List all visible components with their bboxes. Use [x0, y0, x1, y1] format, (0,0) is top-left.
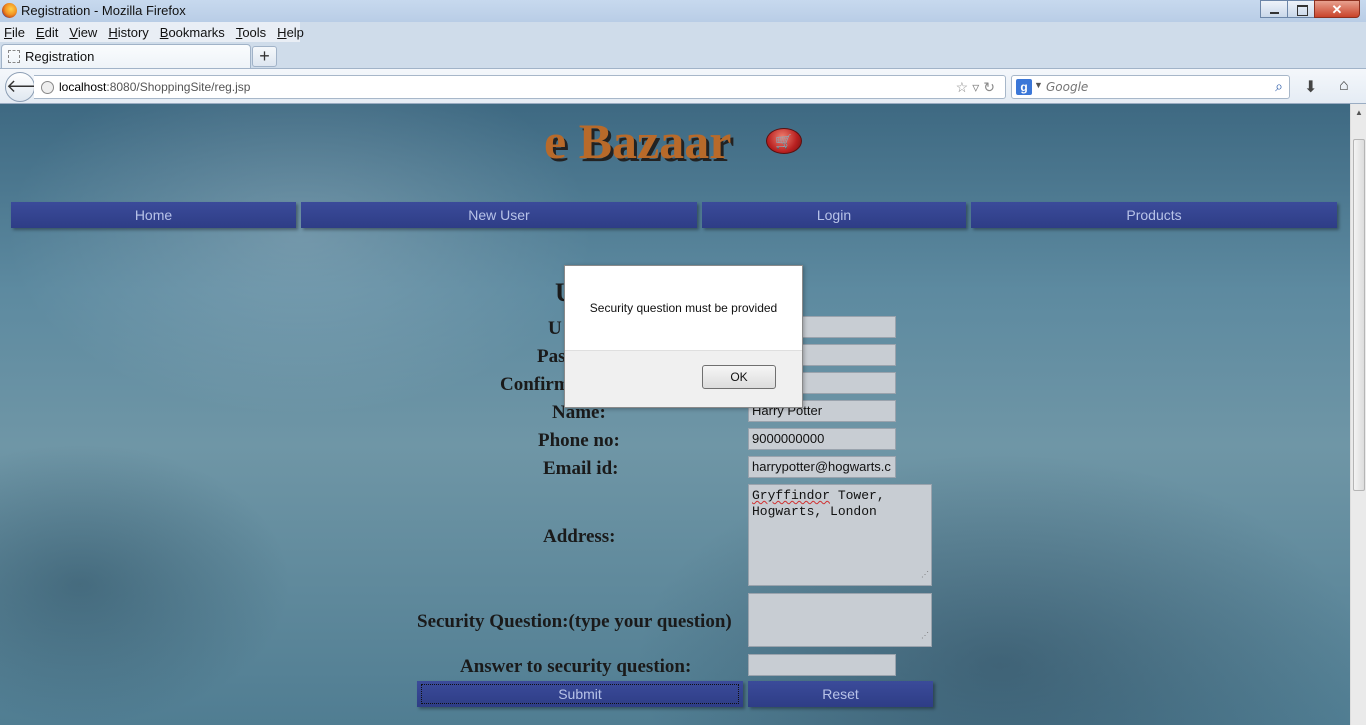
label-security-question: Security Question:(type your question) [417, 611, 732, 632]
tab-label: Registration [25, 49, 95, 64]
label-confirm-password: Confirm [500, 374, 570, 395]
scrollbar-thumb[interactable] [1353, 139, 1365, 491]
resize-grip-icon[interactable]: ⋰ [921, 568, 929, 584]
label-security-answer: Answer to security question: [460, 656, 692, 677]
vertical-scrollbar[interactable]: ▲ [1350, 104, 1366, 725]
phone-field[interactable]: 9000000000 [748, 428, 896, 450]
history-dropdown-icon[interactable]: ▿ [972, 79, 983, 95]
window-controls: ✕ [1260, 0, 1360, 18]
close-icon: ✕ [1331, 2, 1343, 17]
nav-login[interactable]: Login [702, 202, 966, 228]
tab-registration[interactable]: Registration [1, 44, 251, 68]
nav-new-user[interactable]: New User [301, 202, 697, 228]
search-bar[interactable]: g ▼ ⌕ [1011, 75, 1290, 99]
label-username: U [548, 318, 562, 339]
window-titlebar: Registration - Mozilla Firefox ✕ [0, 0, 1366, 22]
address-line1-rest: Tower, [830, 488, 885, 503]
firefox-icon [2, 3, 17, 18]
search-icon[interactable]: ⌕ [1275, 78, 1283, 95]
security-question-textarea[interactable]: ⋰ [748, 593, 932, 647]
engine-dropdown-icon[interactable]: ▼ [1034, 80, 1043, 90]
email-field[interactable]: harrypotter@hogwarts.c [748, 456, 896, 478]
address-misspelled-word: Gryffindor [752, 488, 831, 503]
submit-button[interactable]: Submit [417, 681, 743, 707]
site-logo: e Bazaar [544, 113, 732, 169]
nav-products[interactable]: Products [971, 202, 1337, 228]
menu-history[interactable]: History [108, 25, 148, 40]
maximize-button[interactable] [1287, 0, 1315, 18]
menu-edit[interactable]: Edit [36, 25, 58, 40]
alert-footer: OK [565, 350, 802, 407]
shopping-cart-icon: 🛒 [766, 128, 802, 154]
label-address: Address: [543, 526, 616, 547]
alert-dialog: Security question must be provided OK [564, 265, 803, 408]
home-icon[interactable]: ⌂ [1339, 77, 1349, 95]
alert-message: Security question must be provided [589, 301, 778, 315]
window-title: Registration - Mozilla Firefox [21, 3, 186, 18]
google-engine-icon[interactable]: g [1016, 79, 1032, 95]
menu-bookmarks[interactable]: Bookmarks [160, 25, 225, 40]
tab-strip: Registration + [0, 42, 1366, 68]
menu-view[interactable]: View [69, 25, 97, 40]
reload-icon[interactable]: ↻ [983, 79, 999, 95]
menu-tools[interactable]: Tools [236, 25, 266, 40]
url-host: localhost [59, 80, 107, 94]
navigation-toolbar: 🡐 localhost:8080/ShoppingSite/reg.jsp ☆▿… [0, 68, 1366, 104]
back-button[interactable]: 🡐 [5, 72, 54, 102]
security-answer-field[interactable] [748, 654, 896, 676]
reset-button[interactable]: Reset [748, 681, 933, 707]
url-actions: ☆▿↻ [956, 79, 999, 96]
email-value: harrypotter@hogwarts.c [752, 459, 891, 474]
resize-grip-icon[interactable]: ⋰ [921, 629, 929, 645]
new-tab-button[interactable]: + [252, 46, 277, 67]
bookmark-star-icon[interactable]: ☆ [956, 79, 973, 95]
search-input[interactable] [1046, 79, 1266, 95]
scroll-up-icon[interactable]: ▲ [1355, 108, 1363, 117]
nav-home[interactable]: Home [11, 202, 296, 228]
minimize-button[interactable] [1260, 0, 1288, 18]
url-text: localhost:8080/ShoppingSite/reg.jsp [59, 80, 250, 94]
label-password: Pas [537, 346, 566, 367]
label-email: Email id: [543, 458, 619, 479]
menu-file[interactable]: File [4, 25, 25, 40]
address-textarea[interactable]: Gryffindor Tower, Hogwarts, London ⋰ [748, 484, 932, 586]
label-phone: Phone no: [538, 430, 620, 451]
url-path: :8080/ShoppingSite/reg.jsp [106, 80, 251, 94]
page-viewport: e Bazaar 🛒 Home New User Login Products … [0, 104, 1350, 725]
downloads-icon[interactable]: ⬇ [1304, 77, 1317, 97]
close-window-button[interactable]: ✕ [1314, 0, 1360, 18]
address-line2: Hogwarts, London [752, 504, 877, 519]
menu-help[interactable]: Help [277, 25, 304, 40]
phone-value: 9000000000 [752, 431, 825, 446]
site-identity-icon[interactable] [41, 81, 54, 94]
menu-bar: File Edit View History Bookmarks Tools H… [0, 22, 304, 42]
url-bar[interactable]: localhost:8080/ShoppingSite/reg.jsp ☆▿↻ [34, 75, 1006, 99]
alert-ok-button[interactable]: OK [702, 365, 776, 389]
page-favicon-icon [8, 50, 20, 63]
